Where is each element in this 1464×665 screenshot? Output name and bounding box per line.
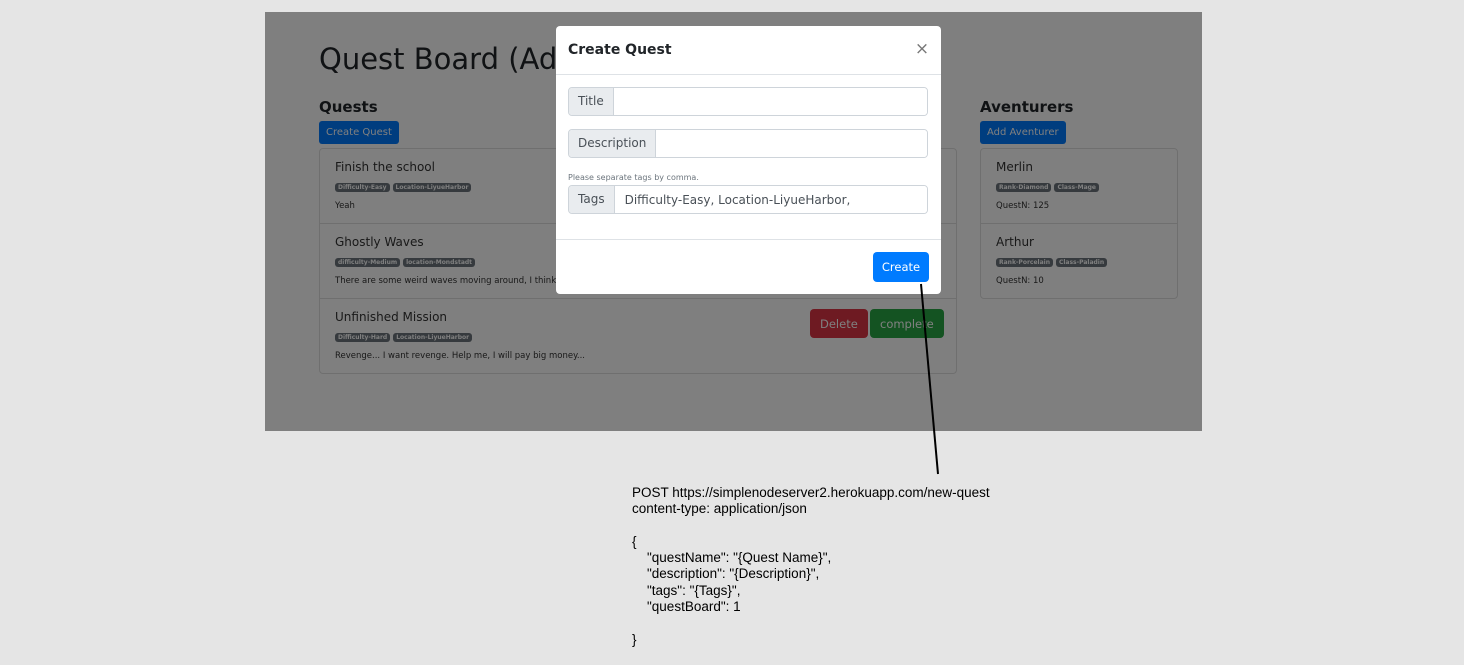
annotation-line: "questBoard": 1 xyxy=(632,599,741,615)
api-annotation: POST https://simplenodeserver2.herokuapp… xyxy=(632,485,990,648)
annotation-line: { xyxy=(632,533,637,549)
annotation-line: "questName": "{Quest Name}", xyxy=(632,550,832,566)
annotation-line: "description": "{Description}", xyxy=(632,566,820,582)
annotation-line: "tags": "{Tags}", xyxy=(632,582,741,598)
annotation-line: content-type: application/json xyxy=(632,501,807,517)
annotation-line: } xyxy=(632,631,637,647)
annotation-line: POST https://simplenodeserver2.herokuapp… xyxy=(632,485,990,500)
